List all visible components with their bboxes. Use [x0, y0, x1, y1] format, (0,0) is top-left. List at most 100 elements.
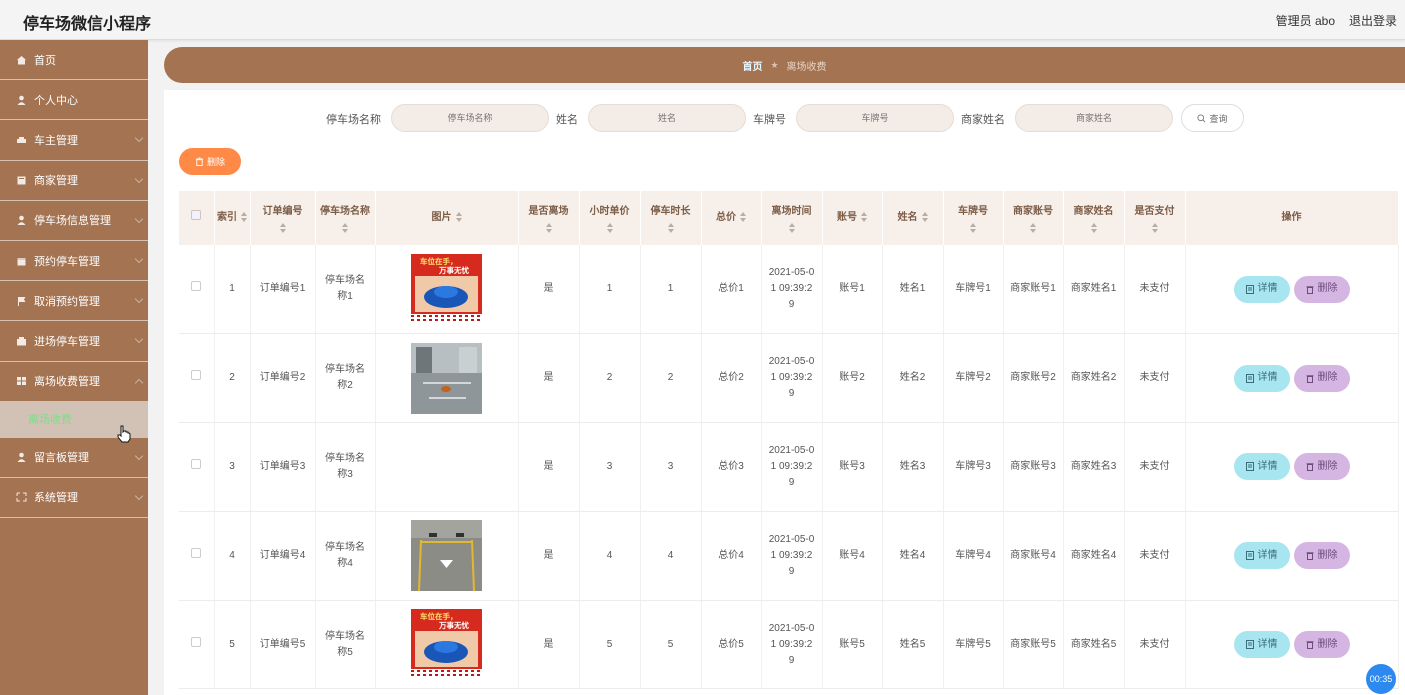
sort-icon[interactable]: [667, 222, 674, 233]
sort-icon[interactable]: [342, 222, 348, 233]
row-delete-button[interactable]: 删除: [1293, 542, 1350, 570]
sidebar-item-reservation[interactable]: 预约停车管理: [0, 241, 148, 282]
logout-link[interactable]: 退出登录: [1349, 12, 1397, 29]
cell-value: 2021-05-01 09:39:29: [768, 267, 815, 311]
cell-unit-price: 4: [579, 511, 641, 601]
col-header-index[interactable]: 索引: [214, 191, 251, 245]
sidebar-item-label: 商家管理: [34, 175, 78, 188]
detail-button[interactable]: 详情: [1233, 631, 1290, 659]
row-checkbox[interactable]: [191, 547, 202, 558]
name-label: 姓名: [556, 114, 578, 126]
detail-button[interactable]: 详情: [1233, 453, 1290, 481]
breadcrumb-home[interactable]: 首页: [742, 58, 762, 73]
sort-icon[interactable]: [455, 212, 462, 223]
cell-value: 商家姓名4: [1070, 549, 1117, 561]
row-checkbox[interactable]: [191, 281, 202, 292]
col-header-name[interactable]: 姓名: [882, 191, 944, 245]
sort-icon[interactable]: [279, 222, 286, 233]
cell-left: 是: [518, 422, 580, 512]
sort-icon[interactable]: [1030, 222, 1036, 233]
sidebar-item-cancel-reservation[interactable]: 取消预约管理: [0, 281, 148, 322]
col-header-lot-name[interactable]: 停车场名称: [315, 191, 376, 245]
cell-value: 车牌号1: [955, 283, 991, 295]
row-checkbox[interactable]: [191, 636, 202, 647]
row-select-cell: [179, 245, 215, 335]
row-delete-button[interactable]: 删除: [1293, 631, 1350, 659]
row-checkbox[interactable]: [191, 458, 202, 469]
col-header-leave-time[interactable]: 离场时间: [761, 191, 823, 245]
sidebar-item-entry[interactable]: 进场停车管理: [0, 321, 148, 362]
cell-actions: 详情 删除: [1185, 422, 1399, 512]
row-delete-button[interactable]: 删除: [1293, 275, 1350, 303]
col-header-label: 图片: [431, 212, 452, 223]
sidebar-item-system[interactable]: 系统管理: [0, 478, 148, 519]
cell-plate: 车牌号2: [943, 333, 1004, 424]
col-header-unit-price[interactable]: 小时单价: [579, 191, 641, 245]
cell-value: 姓名1: [899, 283, 926, 295]
cell-value: 订单编号4: [259, 549, 306, 561]
cell-value: 订单编号1: [259, 283, 306, 295]
table-row[interactable]: 1 订单编号1 停车场名称1 车位在手， 万事无忧是 1 1 总价1 2021-05-01 09…: [179, 245, 1399, 335]
cell-name: 姓名5: [882, 600, 944, 690]
row-checkbox[interactable]: [191, 370, 202, 381]
merchant-name-input[interactable]: [1015, 104, 1173, 132]
table-row[interactable]: 5 订单编号5 停车场名称5 车位在手， 万事无忧是 5 5 总价5 2021-05-01 09…: [179, 600, 1399, 690]
sort-icon[interactable]: [545, 222, 552, 233]
detail-button[interactable]: 详情: [1233, 364, 1290, 392]
sidebar-item-owner[interactable]: 车主管理: [0, 120, 148, 161]
batch-delete-button[interactable]: 删除: [179, 148, 241, 175]
sort-icon[interactable]: [1090, 222, 1097, 233]
sidebar-item-message-board[interactable]: 留言板管理: [0, 438, 148, 478]
sort-icon[interactable]: [861, 212, 867, 223]
cell-lot-name: 停车场名称5: [315, 600, 376, 690]
sort-icon[interactable]: [921, 212, 928, 223]
sort-icon[interactable]: [740, 212, 746, 223]
col-header-total[interactable]: 总价: [701, 191, 762, 245]
col-header-image[interactable]: 图片: [375, 191, 519, 245]
sidebar-item-exit-billing[interactable]: 离场收费管理: [0, 362, 148, 402]
col-header-paid[interactable]: 是否支付: [1124, 191, 1186, 245]
col-header-left[interactable]: 是否离场: [518, 191, 580, 245]
col-header-label: 商家账号: [1013, 205, 1053, 217]
col-header-merchant-name[interactable]: 商家姓名: [1063, 191, 1125, 245]
sort-icon[interactable]: [241, 212, 247, 223]
detail-button[interactable]: 详情: [1233, 542, 1290, 570]
query-button[interactable]: 查询: [1181, 104, 1244, 132]
sort-icon[interactable]: [970, 222, 976, 233]
hand-cursor-icon: [117, 425, 131, 443]
cell-lot-name: 停车场名称4: [315, 511, 376, 601]
sort-icon[interactable]: [1151, 222, 1158, 233]
cell-total: 总价3: [701, 422, 762, 512]
cell-value: 5: [667, 638, 674, 650]
detail-button[interactable]: 详情: [1233, 275, 1290, 303]
row-delete-button[interactable]: 删除: [1293, 364, 1350, 392]
cell-name: 姓名4: [882, 511, 944, 601]
cell-value: 姓名4: [899, 549, 926, 561]
row-select-cell: [179, 511, 215, 601]
col-header-plate[interactable]: 车牌号: [943, 191, 1004, 245]
cell-name: 姓名3: [882, 422, 944, 512]
sort-icon[interactable]: [788, 222, 795, 233]
select-all-checkbox[interactable]: [191, 210, 202, 220]
col-header-order-no[interactable]: 订单编号: [250, 191, 316, 245]
col-header-duration[interactable]: 停车时长: [640, 191, 702, 245]
name-input[interactable]: [588, 104, 746, 132]
col-header-label: 是否离场: [528, 205, 569, 217]
cell-value: 2021-05-01 09:39:29: [768, 444, 815, 488]
table-row[interactable]: 3 订单编号3 停车场名称3 是 3 3 总价3 2021-05-01 09:39:29 账号3…: [179, 422, 1399, 512]
sidebar-item-merchant[interactable]: 商家管理: [0, 161, 148, 201]
col-header-merchant-account[interactable]: 商家账号: [1003, 191, 1064, 245]
plate-input[interactable]: [796, 104, 954, 132]
sort-icon[interactable]: [606, 222, 613, 233]
table-row[interactable]: 4 订单编号4 停车场名称4 是 4 4 总价4 2021-05-01 09:39:29 账号4…: [179, 511, 1399, 601]
col-header-account[interactable]: 账号: [822, 191, 883, 245]
search-icon: [1197, 113, 1206, 122]
sidebar-item-parking-lot-info[interactable]: 停车场信息管理: [0, 201, 148, 241]
lot-name-input[interactable]: [391, 104, 549, 132]
sidebar-item-home[interactable]: 首页: [0, 40, 148, 81]
building-icon: [16, 336, 27, 346]
sidebar-item-profile[interactable]: 个人中心: [0, 80, 148, 121]
cell-value: 商家账号3: [1010, 460, 1056, 472]
table-row[interactable]: 2 订单编号2 停车场名称2 是 2 2 总价2 2021-05-01 09:39:29 账号2…: [179, 333, 1399, 424]
row-delete-button[interactable]: 删除: [1293, 453, 1350, 481]
